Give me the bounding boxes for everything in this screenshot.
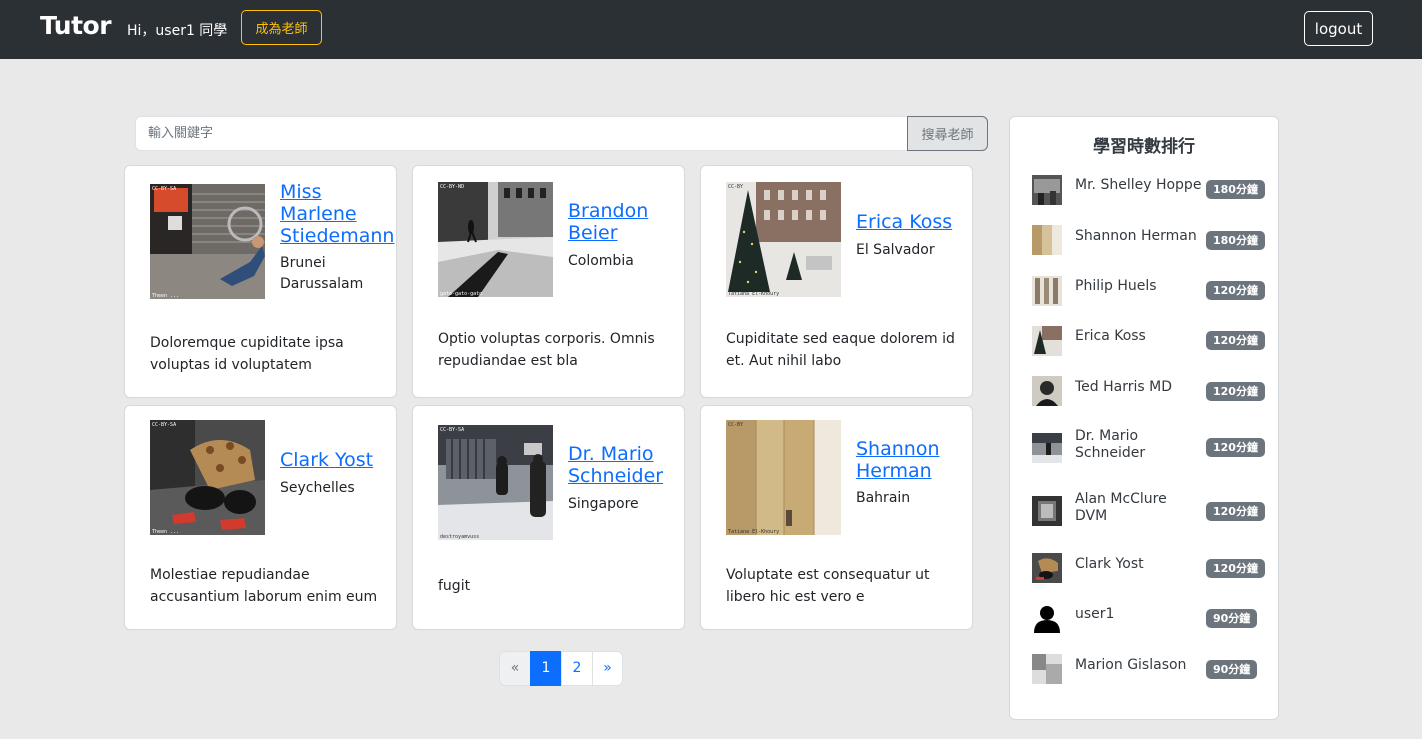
teacher-description: Molestiae repudiandae accusantium laboru… (150, 567, 378, 605)
teacher-country: Bahrain (856, 490, 911, 506)
avatar (1032, 326, 1062, 356)
teacher-name-link[interactable]: Miss Marlene Stiedemann (280, 181, 395, 247)
teacher-card: CC-BY-ND gato-gato-gato Brandon Beier Co… (412, 165, 685, 398)
teacher-description: Cupiditate sed eaque dolorem id et. Aut … (726, 331, 955, 369)
teacher-card: CC-BY-SA Theen ... Miss Marlene Stiedema… (124, 165, 397, 398)
svg-text:CC-BY-SA: CC-BY-SA (152, 422, 176, 428)
teacher-photo[interactable]: CC-BY-SA destroyamvuss (438, 425, 553, 540)
ranking-name: Shannon Herman (1075, 228, 1197, 244)
teacher-name-link[interactable]: Shannon Herman (856, 438, 971, 482)
svg-text:Theen ...: Theen ... (152, 293, 179, 299)
user-avatar-icon (1032, 603, 1062, 633)
svg-text:Theen ...: Theen ... (152, 529, 179, 535)
search-teacher-button[interactable]: 搜尋老師 (907, 116, 988, 151)
teacher-country: Brunei Darussalam (280, 255, 364, 292)
svg-text:CC-BY: CC-BY (728, 184, 743, 190)
teacher-description: Voluptate est consequatur ut libero hic … (726, 567, 930, 605)
teacher-name-link[interactable]: Dr. Mario Schneider (568, 443, 683, 487)
ranking-name: Mr. Shelley Hoppe (1075, 177, 1202, 193)
ranking-name: Clark Yost (1075, 556, 1144, 572)
teacher-search-form: 搜尋老師 (135, 116, 988, 151)
greeting-text: Hi，user1 同學 (127, 23, 228, 39)
search-input[interactable] (135, 116, 908, 151)
minutes-badge: 120分鐘 (1206, 559, 1265, 578)
teacher-description: Optio voluptas corporis. Omnis repudiand… (438, 331, 655, 369)
minutes-badge: 120分鐘 (1206, 382, 1265, 401)
svg-text:Tatiana El-Khoury: Tatiana El-Khoury (728, 291, 779, 297)
teacher-name-link[interactable]: Brandon Beier (568, 200, 683, 244)
teacher-card: CC-BY Tatiana El-Khoury Shannon Herman B… (700, 405, 973, 630)
ranking-name: Marion Gislason (1075, 657, 1187, 673)
teacher-country: Seychelles (280, 480, 355, 496)
avatar (1032, 433, 1062, 463)
minutes-badge: 180分鐘 (1206, 231, 1265, 250)
ranking-name: Alan McClure DVM (1075, 491, 1167, 524)
teacher-country: El Salvador (856, 242, 935, 258)
svg-text:CC-BY-ND: CC-BY-ND (440, 184, 464, 190)
avatar (1032, 654, 1062, 684)
svg-text:Tatiana El-Khoury: Tatiana El-Khoury (728, 529, 779, 535)
minutes-badge: 90分鐘 (1206, 660, 1258, 679)
ranking-name: Ted Harris MD (1075, 379, 1172, 395)
teacher-photo[interactable]: CC-BY-SA Theen ... (150, 184, 265, 299)
teacher-country: Colombia (568, 253, 634, 269)
teacher-photo[interactable]: CC-BY-ND gato-gato-gato (438, 182, 553, 297)
minutes-badge: 120分鐘 (1206, 281, 1265, 300)
minutes-badge: 120分鐘 (1206, 331, 1265, 350)
teacher-name-link[interactable]: Erica Koss (856, 211, 971, 233)
pagination-page-2[interactable]: 2 (561, 651, 593, 686)
teacher-country: Singapore (568, 496, 639, 512)
ranking-title: 學習時數排行 (1093, 137, 1195, 157)
learning-hours-ranking: 學習時數排行 Mr. Shelley Hoppe 180分鐘 Shannon H… (1009, 116, 1279, 720)
pagination-next[interactable]: » (592, 651, 623, 686)
avatar (1032, 553, 1062, 583)
minutes-badge: 180分鐘 (1206, 180, 1265, 199)
avatar (1032, 496, 1062, 526)
minutes-badge: 120分鐘 (1206, 438, 1265, 457)
teacher-name-link[interactable]: Clark Yost (280, 449, 395, 471)
pagination-prev[interactable]: « (499, 651, 531, 686)
teacher-photo[interactable]: CC-BY-SA Theen ... (150, 420, 265, 535)
svg-text:CC-BY-SA: CC-BY-SA (152, 186, 176, 192)
svg-text:gato-gato-gato: gato-gato-gato (440, 291, 482, 297)
minutes-badge: 120分鐘 (1206, 502, 1265, 521)
ranking-name: user1 (1075, 606, 1115, 622)
brand-logo[interactable]: Tutor (40, 11, 112, 40)
svg-text:destroyamvuss: destroyamvuss (440, 534, 479, 540)
teacher-card: CC-BY Tatiana El-Khoury Erica Koss El Sa… (700, 165, 973, 398)
teacher-photo[interactable]: CC-BY Tatiana El-Khoury (726, 182, 841, 297)
minutes-badge: 90分鐘 (1206, 609, 1258, 628)
ranking-name: Erica Koss (1075, 328, 1146, 344)
pagination: « 1 2 » (499, 651, 623, 686)
svg-text:CC-BY: CC-BY (728, 422, 743, 428)
become-teacher-button[interactable]: 成為老師 (241, 10, 322, 45)
avatar (1032, 376, 1062, 406)
teacher-description: Doloremque cupiditate ipsa voluptas id v… (150, 335, 344, 373)
svg-text:CC-BY-SA: CC-BY-SA (440, 427, 464, 433)
teacher-description: fugit (438, 578, 471, 594)
ranking-name: Dr. Mario Schneider (1075, 428, 1146, 461)
pagination-page-1[interactable]: 1 (530, 651, 562, 686)
teacher-card: CC-BY-SA destroyamvuss Dr. Mario Schneid… (412, 405, 685, 630)
avatar (1032, 225, 1062, 255)
ranking-name: Philip Huels (1075, 278, 1157, 294)
avatar (1032, 276, 1062, 306)
navbar: Tutor Hi，user1 同學 成為老師 logout (0, 0, 1422, 59)
logout-button[interactable]: logout (1304, 11, 1373, 46)
avatar (1032, 175, 1062, 205)
teacher-card: CC-BY-SA Theen ... Clark Yost Seychelles… (124, 405, 397, 630)
teacher-photo[interactable]: CC-BY Tatiana El-Khoury (726, 420, 841, 535)
